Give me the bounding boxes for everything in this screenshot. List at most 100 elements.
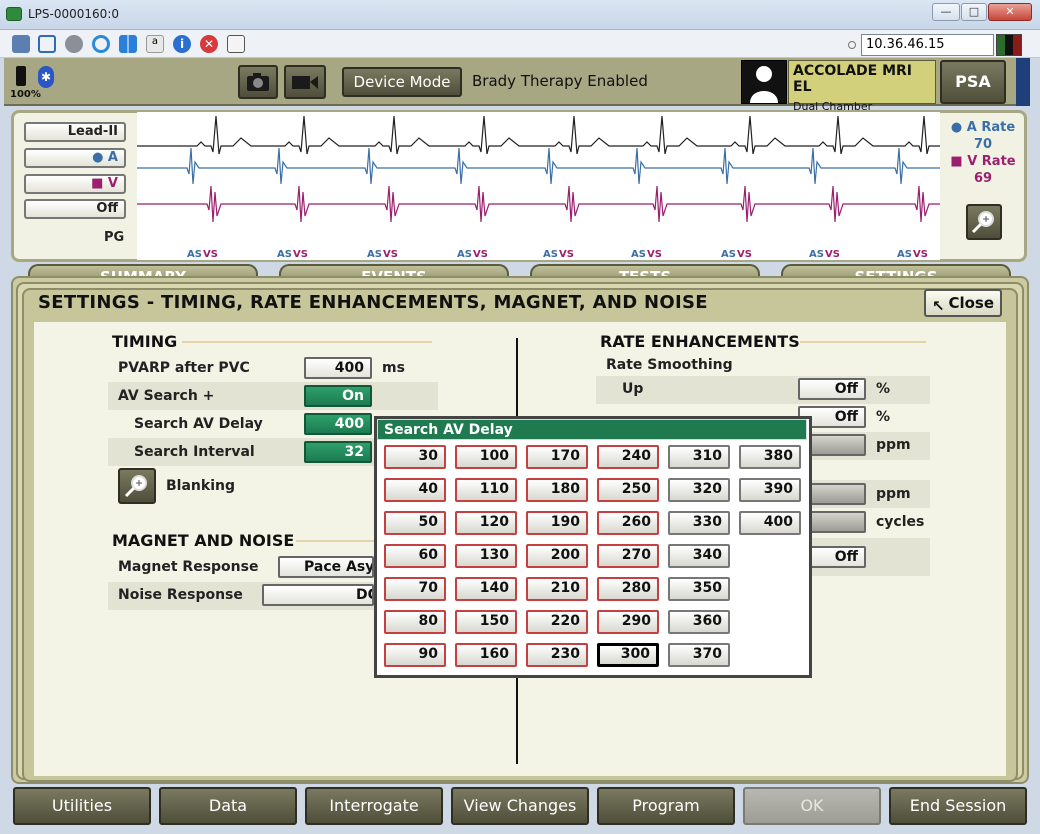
video-button[interactable] [284, 65, 326, 99]
view-changes-button[interactable]: View Changes [451, 787, 589, 825]
device-mode-button[interactable]: Device Mode [342, 67, 462, 97]
network-icon[interactable] [12, 35, 30, 53]
lead-a-button[interactable]: ● A [24, 148, 126, 168]
lead-off-button[interactable]: Off [24, 199, 126, 219]
ppm-unit-2: ppm [876, 486, 911, 502]
av-delay-option[interactable]: 300 [597, 643, 659, 667]
end-session-button[interactable]: End Session [889, 787, 1027, 825]
av-delay-option[interactable]: 30 [384, 445, 446, 469]
av-delay-option[interactable]: 390 [739, 478, 801, 502]
bluetooth-icon: ✱ [38, 66, 54, 88]
av-delay-option[interactable]: 290 [597, 610, 659, 634]
av-delay-option[interactable]: 70 [384, 577, 446, 601]
rate-up-value-button[interactable]: Off [798, 378, 866, 400]
av-delay-option[interactable]: 120 [455, 511, 517, 535]
pg-label: PG [104, 230, 125, 245]
info-icon[interactable]: i [173, 35, 191, 53]
av-delay-option[interactable]: 400 [739, 511, 801, 535]
maximize-button[interactable]: □ [961, 3, 987, 21]
search-av-delay-value-button[interactable]: 400 [304, 413, 372, 435]
pvarp-value-button[interactable]: 400 [304, 357, 372, 379]
program-button[interactable]: Program [597, 787, 735, 825]
lead-v-button[interactable]: ■ V [24, 174, 126, 194]
av-delay-option[interactable]: 110 [455, 478, 517, 502]
magnet-response-value-button[interactable]: Pace Asy [278, 556, 374, 578]
av-delay-option[interactable]: 240 [597, 445, 659, 469]
device-name: ACCOLADE MRI EL [793, 63, 913, 95]
fullscreen-icon[interactable] [38, 35, 56, 53]
psa-button[interactable]: PSA [940, 60, 1006, 104]
av-delay-option[interactable]: 310 [668, 445, 730, 469]
av-delay-option[interactable]: 250 [597, 478, 659, 502]
search-interval-label: Search Interval [134, 444, 255, 460]
av-delay-option[interactable]: 90 [384, 643, 446, 667]
av-delay-option[interactable]: 80 [384, 610, 446, 634]
noise-response-value-button[interactable]: DO [262, 584, 374, 606]
as-marker: AS [721, 249, 736, 260]
av-delay-option[interactable]: 330 [668, 511, 730, 535]
rate-down-unit: % [876, 409, 891, 425]
vs-marker: VS [383, 249, 398, 260]
av-delay-option[interactable]: 220 [526, 610, 588, 634]
av-delay-option[interactable]: 210 [526, 577, 588, 601]
window-title: LPS-0000160:0 [28, 7, 119, 21]
vs-marker: VS [647, 249, 662, 260]
av-delay-option[interactable]: 140 [455, 577, 517, 601]
refresh-icon[interactable] [92, 35, 110, 53]
av-delay-option[interactable]: 200 [526, 544, 588, 568]
a-rate-value: 70 [973, 137, 993, 152]
av-delay-option[interactable]: 380 [739, 445, 801, 469]
ventricular-egm-trace [137, 185, 940, 223]
patient-avatar-icon[interactable] [741, 60, 787, 104]
keyboard-icon[interactable]: a [146, 35, 164, 53]
blanking-button[interactable] [118, 468, 156, 504]
av-delay-option[interactable]: 50 [384, 511, 446, 535]
panel-title: SETTINGS - TIMING, RATE ENHANCEMENTS, MA… [38, 292, 708, 313]
av-delay-option[interactable]: 170 [526, 445, 588, 469]
windows-icon[interactable] [119, 35, 137, 53]
av-delay-option[interactable]: 60 [384, 544, 446, 568]
av-delay-option[interactable]: 190 [526, 511, 588, 535]
av-delay-option[interactable]: 150 [455, 610, 517, 634]
av-delay-option[interactable]: 270 [597, 544, 659, 568]
av-delay-option[interactable]: 360 [668, 610, 730, 634]
camera-button[interactable] [238, 65, 278, 99]
av-delay-option[interactable]: 180 [526, 478, 588, 502]
av-delay-option[interactable]: 260 [597, 511, 659, 535]
magnifier-icon [971, 211, 994, 234]
window-close-icon[interactable] [227, 35, 245, 53]
rate-divider [800, 341, 926, 343]
interrogate-button[interactable]: Interrogate [305, 787, 443, 825]
vs-marker: VS [913, 249, 928, 260]
as-marker: AS [897, 249, 912, 260]
av-delay-option[interactable]: 130 [455, 544, 517, 568]
as-marker: AS [367, 249, 382, 260]
ok-button[interactable]: OK [743, 787, 881, 825]
av-delay-option[interactable]: 280 [597, 577, 659, 601]
ecg-strip: AS VS AS VS AS VS AS VS AS VS AS VS AS VS AS VS AS VS [137, 112, 940, 260]
close-window-button[interactable]: ✕ [988, 3, 1032, 21]
a-rate-label: ● A Rate [950, 120, 1016, 135]
av-delay-option[interactable]: 40 [384, 478, 446, 502]
av-delay-option[interactable]: 370 [668, 643, 730, 667]
av-delay-option[interactable]: 230 [526, 643, 588, 667]
as-marker: AS [809, 249, 824, 260]
av-delay-option[interactable]: 350 [668, 577, 730, 601]
vs-marker: VS [473, 249, 488, 260]
utilities-button[interactable]: Utilities [13, 787, 151, 825]
close-panel-button[interactable]: ↖ Close [924, 289, 1002, 317]
vs-marker: VS [559, 249, 574, 260]
av-delay-option[interactable]: 340 [668, 544, 730, 568]
zoom-ecg-button[interactable] [966, 204, 1002, 240]
search-interval-value-button[interactable]: 32 [304, 441, 372, 463]
av-search-value-button[interactable]: On [304, 385, 372, 407]
av-delay-option[interactable]: 320 [668, 478, 730, 502]
data-button[interactable]: Data [159, 787, 297, 825]
av-delay-option[interactable]: 100 [455, 445, 517, 469]
gear-icon[interactable] [65, 35, 83, 53]
disconnect-icon[interactable]: ✕ [200, 35, 218, 53]
minimize-button[interactable]: — [932, 3, 960, 21]
av-delay-option[interactable]: 160 [455, 643, 517, 667]
lead-ii-button[interactable]: Lead-II [24, 122, 126, 142]
ip-address-field[interactable]: 10.36.46.15 [861, 34, 994, 56]
